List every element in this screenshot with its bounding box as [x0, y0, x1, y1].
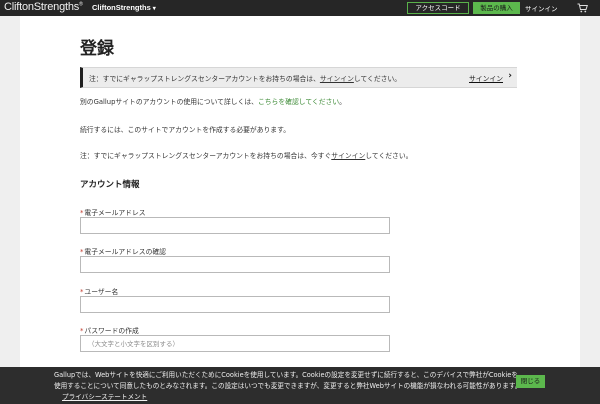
signin-note-link[interactable]: サインイン	[331, 152, 365, 160]
cart-icon[interactable]	[577, 3, 588, 13]
notice-text-after: してください。	[353, 75, 402, 83]
gallup-note-end: 。	[339, 98, 346, 106]
username-label-text: ユーザー名	[84, 288, 119, 296]
username-label: *ユーザー名	[80, 286, 118, 296]
gallup-note-text: 別のGallupサイトのアカウントの使用について詳しくは、	[80, 98, 258, 106]
top-nav: CliftonStrengths® CliftonStrengths ▾ アクセス…	[0, 0, 600, 16]
account-info-heading: アカウント情報	[80, 180, 140, 190]
signin-note-end: してください。	[365, 152, 413, 160]
caret-down-icon: ▾	[152, 6, 156, 12]
gallup-note-link[interactable]: こちらを確認してください	[258, 98, 339, 106]
cookie-message: Gallupでは、Webサイトを快適にご利用いただくためにCookieを使用して…	[54, 371, 522, 390]
cookie-banner: Gallupでは、Webサイトを快適にご利用いただくためにCookieを使用して…	[0, 367, 600, 404]
logo-registered-mark: ®	[79, 1, 83, 8]
password-label-text: パスワードの作成	[84, 327, 139, 335]
email-confirm-label: *電子メールアドレスの確認	[80, 246, 166, 256]
continue-text: 続行するには、このサイトでアカウントを作成する必要があります。	[80, 126, 291, 134]
privacy-statement-link[interactable]: プライバシーステートメント	[62, 393, 147, 401]
access-code-button[interactable]: アクセスコード	[407, 2, 469, 14]
signin-note-text: 注：すでにギャラップストレングスセンターアカウントをお持ちの場合は、今すぐ	[80, 152, 332, 160]
signin-notice: 注：すでにギャラップストレングスセンターアカウントをお持ちの場合は、サインインし…	[80, 67, 517, 88]
email-label-text: 電子メールアドレス	[84, 209, 146, 217]
page-title: 登録	[80, 39, 114, 59]
chevron-right-icon[interactable]: ›	[508, 71, 512, 81]
email-confirm-field[interactable]	[80, 256, 390, 273]
notice-inline-signin-link[interactable]: サインイン	[320, 75, 354, 83]
email-label: *電子メールアドレス	[80, 207, 146, 217]
notice-signin-link[interactable]: サインイン	[469, 73, 503, 83]
product-menu[interactable]: CliftonStrengths ▾	[92, 3, 156, 12]
signin-note: 注：すでにギャラップストレングスセンターアカウントをお持ちの場合は、今すぐサイン…	[80, 150, 412, 160]
required-mark: *	[80, 248, 84, 256]
nav-signin-link[interactable]: サインイン	[525, 3, 558, 13]
email-confirm-label-text: 電子メールアドレスの確認	[84, 248, 166, 256]
product-menu-label: CliftonStrengths	[92, 3, 151, 12]
logo[interactable]: CliftonStrengths®	[4, 1, 83, 13]
password-field[interactable]	[80, 335, 390, 352]
required-mark: *	[80, 209, 84, 217]
cookie-text: Gallupでは、Webサイトを快適にご利用いただくためにCookieを使用して…	[54, 370, 524, 403]
notice-text: 注：すでにギャラップストレングスセンターアカウントをお持ちの場合は、サインインし…	[89, 73, 401, 83]
notice-text-before: 注：すでにギャラップストレングスセンターアカウントをお持ちの場合は、	[89, 75, 320, 83]
gallup-account-note: 別のGallupサイトのアカウントの使用について詳しくは、こちらを確認してくださ…	[80, 96, 346, 106]
required-mark: *	[80, 327, 84, 335]
email-field[interactable]	[80, 217, 390, 234]
cookie-close-button[interactable]: 閉じる	[516, 375, 545, 388]
required-mark: *	[80, 288, 84, 296]
buy-products-button[interactable]: 製品の購入	[473, 2, 520, 14]
username-field[interactable]	[80, 296, 390, 313]
password-label: *パスワードの作成	[80, 325, 139, 335]
logo-text: CliftonStrengths	[4, 1, 80, 13]
